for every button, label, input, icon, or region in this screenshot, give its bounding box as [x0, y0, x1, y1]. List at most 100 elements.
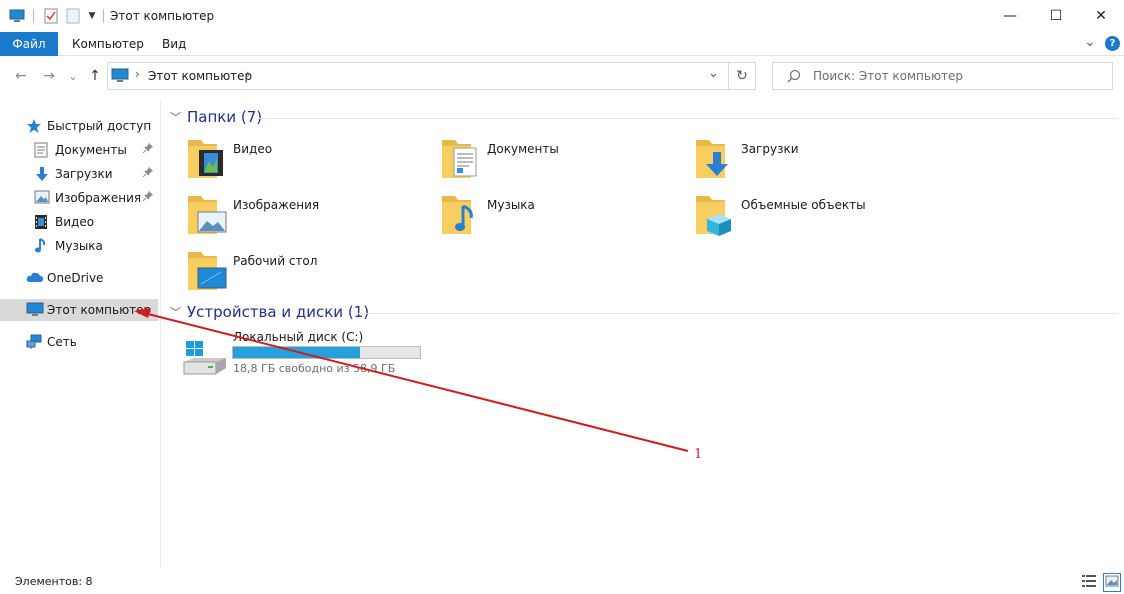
video-icon	[34, 214, 50, 230]
pictures-icon	[34, 190, 50, 206]
recent-locations-button[interactable]: ⌄	[64, 67, 82, 85]
new-folder-icon[interactable]	[64, 7, 82, 25]
computer-icon	[111, 68, 129, 87]
sidebar-item-label: Видео	[55, 215, 95, 229]
documents-icon	[34, 142, 50, 158]
status-bar: Элементов: 8	[0, 570, 1124, 594]
ribbon-tabs: Файл Компьютер Вид ⌄ ?	[0, 32, 1124, 56]
sidebar-item-downloads[interactable]: Загрузки	[0, 163, 158, 185]
help-icon[interactable]: ?	[1105, 36, 1120, 51]
maximize-icon: ☐	[1049, 8, 1063, 24]
music-folder-icon	[441, 192, 483, 236]
forward-arrow-icon: →	[43, 68, 55, 84]
sidebar-item-label: Сеть	[47, 335, 77, 349]
drive-icon	[182, 338, 228, 381]
folder-desktop[interactable]: Рабочий стол	[187, 248, 427, 300]
back-button[interactable]: ←	[12, 67, 30, 85]
search-box[interactable]: Поиск: Этот компьютер	[772, 62, 1113, 90]
breadcrumb-this-pc[interactable]: Этот компьютер	[148, 69, 252, 83]
sidebar-item-documents[interactable]: Документы	[0, 139, 158, 161]
folder-label: Видео	[233, 142, 273, 156]
minimize-button[interactable]: —	[987, 0, 1033, 32]
section-divider	[355, 313, 1118, 314]
sidebar-item-label: Музыка	[55, 239, 103, 253]
refresh-icon: ↻	[736, 68, 748, 84]
up-arrow-icon: ↑	[89, 68, 101, 84]
video-folder-icon	[187, 136, 229, 180]
window-title: Этот компьютер	[110, 9, 215, 23]
pin-icon	[142, 191, 153, 204]
3d-objects-folder-icon	[695, 192, 737, 236]
devices-group-header[interactable]: ﹀ Устройства и диски (1)	[170, 303, 369, 321]
status-item-count: Элементов: 8	[15, 575, 93, 588]
close-button[interactable]: ✕	[1078, 0, 1124, 32]
toolbar-separator	[103, 9, 104, 23]
desktop-folder-icon	[187, 248, 229, 292]
sidebar-item-label: Быстрый доступ	[47, 119, 152, 133]
folder-music[interactable]: Музыка	[441, 192, 681, 244]
sidebar-item-pictures[interactable]: Изображения	[0, 187, 158, 209]
sidebar-item-onedrive[interactable]: OneDrive	[0, 267, 158, 289]
toolbar-separator	[33, 9, 34, 23]
customize-toolbar-icon[interactable]: ▼	[83, 7, 101, 25]
downloads-folder-icon	[695, 136, 737, 180]
folder-pictures[interactable]: Изображения	[187, 192, 427, 244]
computer-icon	[8, 7, 26, 25]
maximize-button[interactable]: ☐	[1033, 0, 1079, 32]
folder-documents[interactable]: Документы	[441, 136, 681, 188]
sidebar-item-quick-access[interactable]: Быстрый доступ	[0, 115, 158, 137]
pin-icon	[142, 143, 153, 156]
sidebar-item-music[interactable]: Музыка	[0, 235, 158, 257]
address-bar[interactable]: › Этот компьютер › ⌄	[107, 62, 729, 90]
sidebar-item-this-pc[interactable]: Этот компьютер	[0, 299, 158, 321]
forward-button[interactable]: →	[40, 67, 58, 85]
title-bar: ▼ Этот компьютер — ☐ ✕	[0, 0, 1124, 32]
up-button[interactable]: ↑	[86, 67, 104, 85]
navigation-pane: Быстрый доступ Документы Загрузки Изобра…	[0, 100, 161, 568]
sidebar-item-label: Загрузки	[55, 167, 113, 181]
address-dropdown-icon[interactable]: ⌄	[708, 66, 719, 81]
folder-downloads[interactable]: Загрузки	[695, 136, 935, 188]
tab-file[interactable]: Файл	[0, 32, 58, 56]
cloud-icon	[26, 270, 44, 286]
drive-c[interactable]: Локальный диск (C:) 18,8 ГБ свободно из …	[180, 328, 440, 380]
star-icon	[26, 118, 42, 134]
sidebar-item-label: OneDrive	[47, 271, 104, 285]
sidebar-item-label: Документы	[55, 143, 127, 157]
drive-free-space: 18,8 ГБ свободно из 58,9 ГБ	[233, 362, 396, 375]
sidebar-item-network[interactable]: Сеть	[0, 331, 158, 353]
folders-group-title: Папки (7)	[187, 108, 263, 126]
tab-computer[interactable]: Компьютер	[72, 37, 144, 51]
folder-label: Изображения	[233, 198, 320, 212]
downloads-icon	[34, 166, 50, 182]
folder-video[interactable]: Видео	[187, 136, 427, 188]
breadcrumb-separator[interactable]: ›	[246, 67, 251, 81]
folder-label: Рабочий стол	[233, 254, 318, 268]
sidebar-item-label: Изображения	[55, 191, 142, 205]
details-view-icon[interactable]	[1081, 574, 1097, 591]
drive-usage-fill	[233, 347, 361, 358]
folder-3d-objects[interactable]: Объемные объекты	[695, 192, 935, 244]
network-icon	[26, 334, 42, 350]
pin-icon	[142, 167, 153, 180]
sidebar-item-video[interactable]: Видео	[0, 211, 158, 233]
search-icon	[787, 69, 801, 86]
computer-icon	[26, 302, 44, 318]
chevron-down-icon: ﹀	[170, 306, 181, 319]
close-icon: ✕	[1095, 8, 1107, 24]
large-icons-view-icon[interactable]	[1103, 573, 1121, 592]
properties-icon[interactable]	[42, 7, 60, 25]
documents-folder-icon	[441, 136, 483, 180]
refresh-button[interactable]: ↻	[729, 62, 756, 90]
devices-group-title: Устройства и диски (1)	[187, 303, 370, 321]
folders-group-header[interactable]: ﹀ Папки (7)	[170, 108, 262, 126]
ribbon-expand-icon[interactable]: ⌄	[1084, 34, 1096, 50]
search-input[interactable]: Поиск: Этот компьютер	[813, 69, 963, 83]
chevron-down-icon: ⌄	[68, 69, 78, 83]
folder-label: Музыка	[487, 198, 535, 212]
annotation-number: 1	[694, 447, 703, 462]
tab-view[interactable]: Вид	[162, 37, 186, 51]
minimize-icon: —	[1003, 8, 1017, 24]
folder-label: Загрузки	[741, 142, 799, 156]
folder-label: Объемные объекты	[741, 198, 866, 212]
